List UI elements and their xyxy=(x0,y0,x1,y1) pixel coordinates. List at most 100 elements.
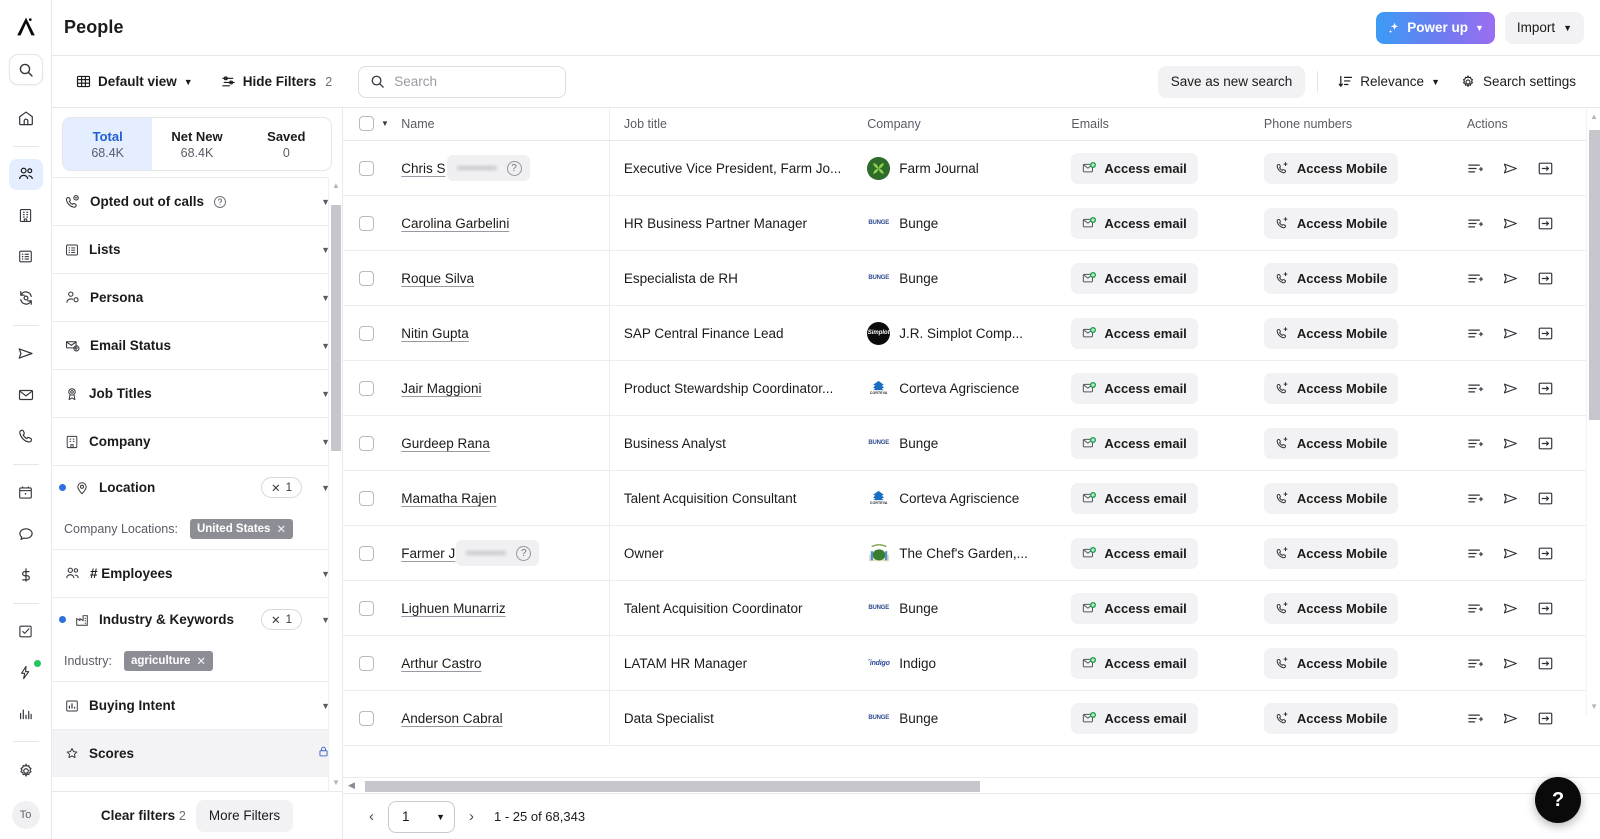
people-icon[interactable] xyxy=(9,159,43,190)
table-row[interactable]: Gurdeep RanaBusiness AnalystBUNGEBungeAc… xyxy=(343,416,1600,471)
open-record-icon[interactable] xyxy=(1537,490,1554,507)
remove-tag-icon[interactable]: ✕ xyxy=(276,522,286,536)
person-name-link[interactable]: Nitin Gupta xyxy=(401,326,469,341)
person-name-link[interactable]: Roque Silva xyxy=(401,271,474,286)
lightning-icon[interactable] xyxy=(9,657,43,688)
add-to-sequence-icon[interactable] xyxy=(1502,270,1519,287)
header-company[interactable]: Company xyxy=(861,108,1071,141)
access-email-button[interactable]: Access email xyxy=(1071,208,1197,239)
access-email-button[interactable]: Access email xyxy=(1071,428,1197,459)
person-name-link[interactable]: Farmer J xyxy=(401,546,455,561)
filter-tag-agriculture[interactable]: agriculture ✕ xyxy=(124,651,213,671)
access-mobile-button[interactable]: Access Mobile xyxy=(1264,428,1398,459)
filter-row-buying-intent[interactable]: Buying Intent ▼ xyxy=(52,681,342,729)
add-to-sequence-icon[interactable] xyxy=(1502,655,1519,672)
clear-industry-filter-pill[interactable]: ✕ 1 xyxy=(261,609,302,630)
filter-row-job-titles[interactable]: Job Titles ▼ xyxy=(52,369,342,417)
scroll-up-arrow-icon[interactable]: ▲ xyxy=(1590,112,1598,121)
filter-row-location[interactable]: Location ✕ 1 ▼ xyxy=(52,465,342,509)
access-mobile-button[interactable]: Access Mobile xyxy=(1264,703,1398,734)
remove-tag-icon[interactable]: ✕ xyxy=(196,654,206,668)
row-checkbox[interactable] xyxy=(359,711,374,726)
row-checkbox[interactable] xyxy=(359,546,374,561)
task-icon[interactable] xyxy=(9,616,43,647)
access-email-button[interactable]: Access email xyxy=(1071,593,1197,624)
header-phone-numbers[interactable]: Phone numbers xyxy=(1264,108,1467,141)
person-name-link[interactable]: Chris S xyxy=(401,161,445,176)
table-row[interactable]: Farmer J?OwnerThe Chef's Garden,...Acces… xyxy=(343,526,1600,581)
stat-tab-net-new[interactable]: Net New 68.4K xyxy=(152,118,241,170)
dollar-icon[interactable] xyxy=(9,559,43,590)
help-icon[interactable]: ? xyxy=(516,546,531,561)
add-to-sequence-icon[interactable] xyxy=(1502,490,1519,507)
horizontal-scrollbar-thumb[interactable] xyxy=(365,781,980,792)
filter-row-persona[interactable]: Persona ▼ xyxy=(52,273,342,321)
help-icon[interactable]: ? xyxy=(507,161,522,176)
add-to-list-icon[interactable] xyxy=(1467,325,1484,342)
send-icon[interactable] xyxy=(9,338,43,369)
header-name[interactable]: Name xyxy=(401,108,609,141)
table-row[interactable]: Mamatha RajenTalent Acquisition Consulta… xyxy=(343,471,1600,526)
redacted-name-badge[interactable]: ? xyxy=(456,540,539,566)
header-emails[interactable]: Emails xyxy=(1071,108,1264,141)
filter-row-lists[interactable]: Lists ▼ xyxy=(52,225,342,273)
chat-icon[interactable] xyxy=(9,518,43,549)
table-row[interactable]: Roque SilvaEspecialista de RHBUNGEBungeA… xyxy=(343,251,1600,306)
search-input[interactable] xyxy=(394,74,554,89)
search-settings-button[interactable]: Search settings xyxy=(1452,66,1584,98)
user-avatar[interactable]: To xyxy=(12,801,40,829)
help-button[interactable]: ? xyxy=(1535,777,1581,823)
filter-scrollbar[interactable]: ▲ ▼ xyxy=(328,177,342,791)
table-vertical-scrollbar[interactable]: ▲ ▼ xyxy=(1586,108,1600,715)
access-email-button[interactable]: Access email xyxy=(1071,263,1197,294)
person-name-link[interactable]: Mamatha Rajen xyxy=(401,491,496,506)
row-checkbox[interactable] xyxy=(359,601,374,616)
open-record-icon[interactable] xyxy=(1537,325,1554,342)
add-to-sequence-icon[interactable] xyxy=(1502,600,1519,617)
select-all-checkbox[interactable] xyxy=(359,116,374,131)
filter-tag-united-states[interactable]: United States ✕ xyxy=(190,519,293,539)
row-checkbox[interactable] xyxy=(359,326,374,341)
person-name-link[interactable]: Anderson Cabral xyxy=(401,711,502,726)
row-checkbox[interactable] xyxy=(359,491,374,506)
person-name-link[interactable]: Lighuen Munarriz xyxy=(401,601,505,616)
apollo-logo[interactable] xyxy=(8,10,44,43)
add-to-sequence-icon[interactable] xyxy=(1502,160,1519,177)
stat-tab-total[interactable]: Total 68.4K xyxy=(63,118,152,170)
table-row[interactable]: Nitin GuptaSAP Central Finance LeadSimpl… xyxy=(343,306,1600,361)
open-record-icon[interactable] xyxy=(1537,270,1554,287)
page-select[interactable]: 1 ▼ xyxy=(388,801,455,833)
scroll-down-arrow-icon[interactable]: ▼ xyxy=(1590,702,1598,711)
access-email-button[interactable]: Access email xyxy=(1071,703,1197,734)
open-record-icon[interactable] xyxy=(1537,710,1554,727)
access-email-button[interactable]: Access email xyxy=(1071,153,1197,184)
add-to-list-icon[interactable] xyxy=(1467,545,1484,562)
settings-gear-icon[interactable] xyxy=(9,754,43,788)
home-icon[interactable] xyxy=(9,102,43,133)
add-to-list-icon[interactable] xyxy=(1467,215,1484,232)
add-to-sequence-icon[interactable] xyxy=(1502,215,1519,232)
table-row[interactable]: Lighuen MunarrizTalent Acquisition Coord… xyxy=(343,581,1600,636)
table-horizontal-scrollbar[interactable]: ◀ xyxy=(343,777,1600,793)
open-record-icon[interactable] xyxy=(1537,600,1554,617)
person-name-link[interactable]: Gurdeep Rana xyxy=(401,436,490,451)
access-mobile-button[interactable]: Access Mobile xyxy=(1264,483,1398,514)
vertical-scrollbar-thumb[interactable] xyxy=(1589,130,1600,420)
add-to-list-icon[interactable] xyxy=(1467,655,1484,672)
row-checkbox[interactable] xyxy=(359,161,374,176)
add-to-sequence-icon[interactable] xyxy=(1502,545,1519,562)
scroll-down-arrow-icon[interactable]: ▼ xyxy=(332,778,340,787)
add-to-list-icon[interactable] xyxy=(1467,160,1484,177)
chevron-down-icon[interactable]: ▼ xyxy=(381,119,389,128)
next-page-button[interactable]: › xyxy=(469,808,474,825)
help-icon[interactable] xyxy=(213,195,227,209)
row-checkbox[interactable] xyxy=(359,216,374,231)
filter-row-company[interactable]: Company ▼ xyxy=(52,417,342,465)
open-record-icon[interactable] xyxy=(1537,380,1554,397)
access-email-button[interactable]: Access email xyxy=(1071,483,1197,514)
open-record-icon[interactable] xyxy=(1537,655,1554,672)
analytics-icon[interactable] xyxy=(9,698,43,729)
row-checkbox[interactable] xyxy=(359,656,374,671)
access-mobile-button[interactable]: Access Mobile xyxy=(1264,648,1398,679)
hide-filters-button[interactable]: Hide Filters 2 xyxy=(211,66,342,98)
